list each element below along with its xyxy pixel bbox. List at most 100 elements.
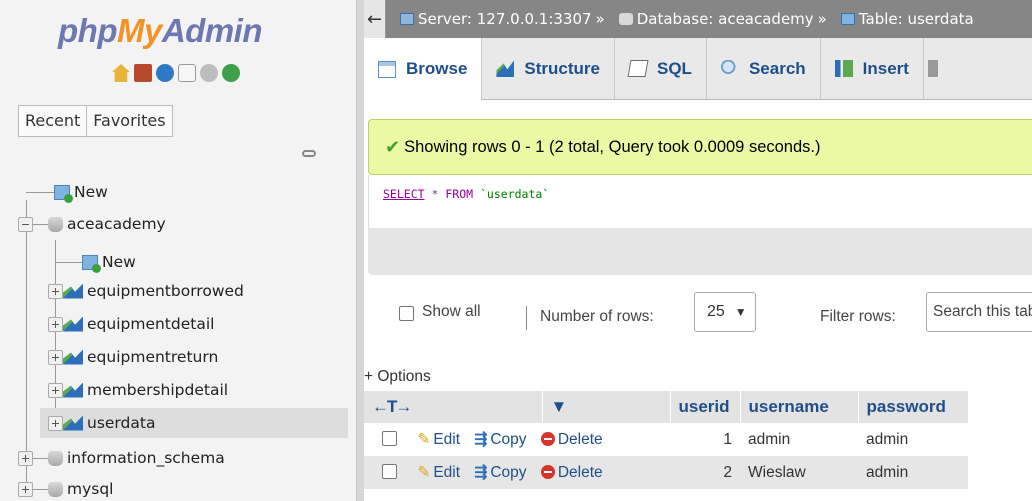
expand-icon[interactable]: [48, 283, 63, 299]
expand-icon[interactable]: [48, 382, 63, 398]
tab-label: SQL: [657, 58, 692, 78]
nav-icon-bar: [112, 64, 240, 82]
sql-keyword-from: FROM: [445, 187, 474, 201]
tree-item-new-table[interactable]: New: [82, 247, 136, 277]
copy-button[interactable]: ⇶ Copy: [474, 464, 526, 481]
table-icon: [840, 13, 855, 25]
tree-item-information-schema[interactable]: information_schema: [18, 443, 225, 473]
tab-sql[interactable]: SQL: [615, 38, 707, 99]
logo-my: My: [116, 12, 162, 49]
phpmyadmin-logo[interactable]: phpMyAdmin: [58, 12, 263, 50]
table-row: ✎ Edit ⇶ Copy Delete 1 admin admin: [364, 423, 968, 456]
breadcrumb-database[interactable]: Database: aceacademy: [637, 10, 814, 28]
table-row: ✎ Edit ⇶ Copy Delete 2 Wieslaw admin: [364, 456, 968, 489]
breadcrumb-server[interactable]: Server: 127.0.0.1:3307: [418, 10, 592, 28]
edit-button[interactable]: ✎ Edit: [417, 431, 460, 448]
edit-icon: ✎: [417, 431, 431, 448]
delete-icon: [540, 465, 555, 479]
recent-tab[interactable]: Recent: [18, 105, 88, 137]
copy-label: Copy: [490, 431, 527, 448]
tab-insert[interactable]: Insert: [821, 38, 924, 99]
sql-icon: [627, 60, 649, 77]
tree-item-equipmentborrowed[interactable]: equipmentborrowed: [48, 276, 244, 306]
expand-icon[interactable]: [48, 316, 63, 332]
table-icon: [63, 283, 83, 299]
tree-item-userdata[interactable]: userdata: [40, 408, 348, 438]
sql-query-text[interactable]: SELECT * FROM `userdata`: [368, 175, 1032, 228]
tree-item-equipmentreturn[interactable]: equipmentreturn: [48, 342, 218, 372]
rows-select-value: 25: [707, 303, 725, 320]
sort-down-icon[interactable]: ▼: [551, 397, 568, 416]
delete-label: Delete: [557, 431, 603, 448]
search-icon: [720, 60, 739, 77]
expand-icon[interactable]: [48, 349, 63, 365]
home-icon[interactable]: [112, 64, 130, 82]
results-table: ←T→ ▼ userid username password ✎ Edit ⇶ Co…: [364, 391, 969, 489]
favorites-tab[interactable]: Favorites: [87, 105, 173, 137]
logout-icon[interactable]: [134, 64, 152, 82]
column-header-userid[interactable]: userid: [670, 391, 741, 423]
divider: [526, 306, 527, 330]
collapse-icon[interactable]: [18, 216, 33, 232]
tree-item-aceacademy[interactable]: aceacademy: [18, 209, 166, 239]
tree-item-membershipdetail[interactable]: membershipdetail: [48, 375, 228, 405]
cell-userid[interactable]: 2: [670, 456, 740, 489]
row-checkbox[interactable]: [382, 464, 397, 479]
options-link[interactable]: + Options: [364, 368, 431, 386]
nav-resize-handle[interactable]: [356, 0, 364, 501]
column-header-password[interactable]: password: [858, 391, 969, 423]
link-icon[interactable]: [302, 150, 316, 157]
table-icon: [63, 382, 83, 398]
table-icon: [63, 415, 83, 431]
cell-username[interactable]: admin: [740, 423, 858, 456]
tree-item-new[interactable]: New: [54, 177, 108, 207]
delete-button[interactable]: Delete: [540, 431, 603, 448]
copy-button[interactable]: ⇶ Copy: [474, 431, 526, 448]
cell-password[interactable]: admin: [858, 456, 968, 489]
tab-search[interactable]: Search: [707, 38, 821, 99]
show-all-label[interactable]: Show all: [422, 303, 481, 321]
docs-icon[interactable]: [156, 64, 174, 82]
chevron-down-icon: ▼: [734, 305, 747, 319]
tree-item-mysql[interactable]: mysql: [18, 474, 114, 501]
settings-icon[interactable]: [200, 64, 218, 82]
cell-password[interactable]: admin: [858, 423, 968, 456]
column-arrows-header[interactable]: ←T→: [364, 391, 543, 423]
column-header-username[interactable]: username: [740, 391, 859, 423]
delete-button[interactable]: Delete: [540, 464, 603, 481]
expand-icon[interactable]: [48, 415, 63, 431]
delete-icon: [540, 432, 555, 446]
sql-keyword-select[interactable]: SELECT: [383, 187, 425, 201]
cell-userid[interactable]: 1: [670, 423, 740, 456]
reload-icon[interactable]: [222, 64, 240, 82]
table-tabs: Browse Structure SQL Search Insert: [364, 38, 1032, 101]
tab-label: Structure: [524, 58, 600, 78]
edit-icon: ✎: [417, 464, 431, 481]
expand-icon[interactable]: [18, 450, 33, 466]
expand-icon[interactable]: [18, 481, 33, 497]
copy-icon: ⇶: [474, 464, 488, 481]
tree-item-label: mysql: [67, 480, 114, 498]
tree-line: [55, 262, 82, 263]
recent-favorites-tabs: Recent Favorites: [18, 105, 173, 137]
breadcrumb-table[interactable]: Table: userdata: [859, 10, 974, 28]
number-of-rows-select[interactable]: 25 ▼: [694, 292, 756, 332]
sort-menu-header[interactable]: ▼: [542, 391, 671, 423]
tree-item-label: equipmentreturn: [87, 348, 219, 366]
row-checkbox[interactable]: [382, 431, 397, 446]
filter-rows-label: Filter rows:: [820, 308, 896, 325]
edit-button[interactable]: ✎ Edit: [417, 464, 460, 481]
filter-rows-input[interactable]: [926, 292, 1032, 332]
sql-docs-icon[interactable]: [178, 64, 196, 82]
collapse-nav-button[interactable]: ←: [364, 0, 386, 38]
show-all-checkbox[interactable]: [399, 306, 414, 321]
cell-username[interactable]: Wieslaw: [740, 456, 858, 489]
structure-icon: [496, 60, 515, 77]
tab-structure[interactable]: Structure: [482, 38, 615, 99]
tab-export[interactable]: [924, 38, 952, 99]
row-actions: ✎ Edit ⇶ Copy Delete: [364, 456, 670, 489]
browse-icon: [378, 60, 396, 78]
tree-item-equipmentdetail[interactable]: equipmentdetail: [48, 309, 214, 339]
database-icon: [48, 481, 63, 497]
tab-browse[interactable]: Browse: [364, 38, 483, 101]
